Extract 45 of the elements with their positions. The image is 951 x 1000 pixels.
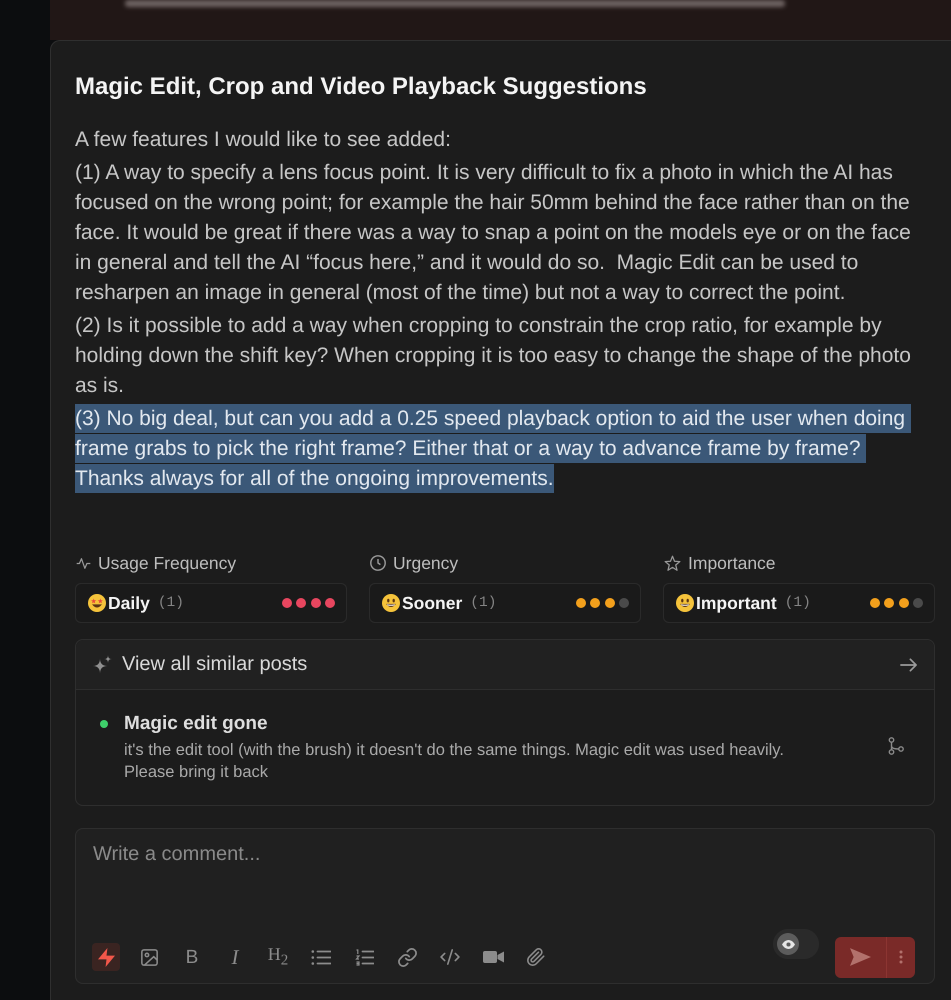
view-similar-posts-button[interactable]: View all similar posts — [76, 640, 934, 690]
post-title: Magic Edit, Crop and Video Playback Suggestions — [75, 72, 648, 102]
body-paragraph: (2) Is it possible to add a way when cropping to constrain the crop ratio, for example by holding down the shift key? When cropping it is too easy to change the shape of the photo as is. — [75, 313, 912, 399]
numbered-list-icon — [354, 948, 374, 966]
link-icon — [398, 948, 416, 966]
similar-post-item[interactable]: Magic edit gone it's the edit tool (with the brush) it doesn't do the same things. Magic edit was used heavily. Please bring it back — [76, 690, 934, 805]
metric-label: Urgency — [393, 552, 458, 574]
clock-icon — [370, 555, 386, 571]
smiley-face-icon — [382, 594, 400, 612]
similar-post-title: Magic edit gone — [124, 713, 269, 735]
send-icon — [850, 948, 871, 966]
metric-value: Important — [696, 592, 777, 614]
arrow-right-icon — [900, 658, 917, 672]
smiley-face-icon — [676, 594, 694, 612]
vote-count: (1) — [784, 595, 811, 611]
comment-box[interactable]: Write a comment... B I H$_{2}$ — [75, 828, 935, 984]
body-paragraph: A few features I would like to see added: — [75, 127, 452, 153]
eye-icon — [782, 940, 794, 948]
star-eyes-face-icon — [88, 594, 106, 612]
rating-dot-icon — [619, 598, 629, 608]
image-icon — [140, 948, 158, 966]
body-paragraph: (1) A way to specify a lens focus point. It is very difficult to fix a photo in which the AI has focused on the wrong point; for example the hair 50mm behind the face rather than on the face. It would be great if there was a way to snap a point on the models eye or on the face in general and tell the AI “focus here,” and it would do so. Magic Edit can be used to resharpen an image in general (most of the time) but not a way to correct the point. — [75, 160, 912, 306]
branch-icon — [888, 737, 904, 755]
pulse-icon — [76, 558, 91, 568]
star-icon — [664, 554, 681, 572]
code-icon — [440, 949, 460, 965]
metric-value: Daily — [108, 592, 150, 614]
vote-count: (1) — [158, 595, 184, 611]
italic-button[interactable]: I — [221, 943, 249, 971]
lightning-button[interactable] — [92, 943, 120, 971]
paperclip-icon — [527, 948, 545, 966]
rating-dot-icon — [913, 598, 923, 608]
vote-count: (1) — [470, 595, 496, 611]
metric-label: Importance — [688, 552, 776, 574]
preview-toggle[interactable] — [773, 929, 819, 959]
metric-label: Usage Frequency — [98, 552, 236, 574]
sparkle-icon — [93, 655, 112, 674]
bold-button[interactable]: B — [178, 943, 206, 971]
bulleted-list-icon — [311, 950, 331, 964]
similar-post-description: it's the edit tool (with the brush) it doesn't do the same things. Magic edit was used heavily. Please bring it back — [124, 740, 785, 783]
heading-button[interactable]: H$_{2}$ — [264, 943, 292, 971]
video-camera-icon — [482, 951, 504, 963]
lightning-icon — [98, 948, 114, 966]
metric-value: Sooner — [402, 592, 462, 614]
kebab-icon — [899, 950, 903, 964]
